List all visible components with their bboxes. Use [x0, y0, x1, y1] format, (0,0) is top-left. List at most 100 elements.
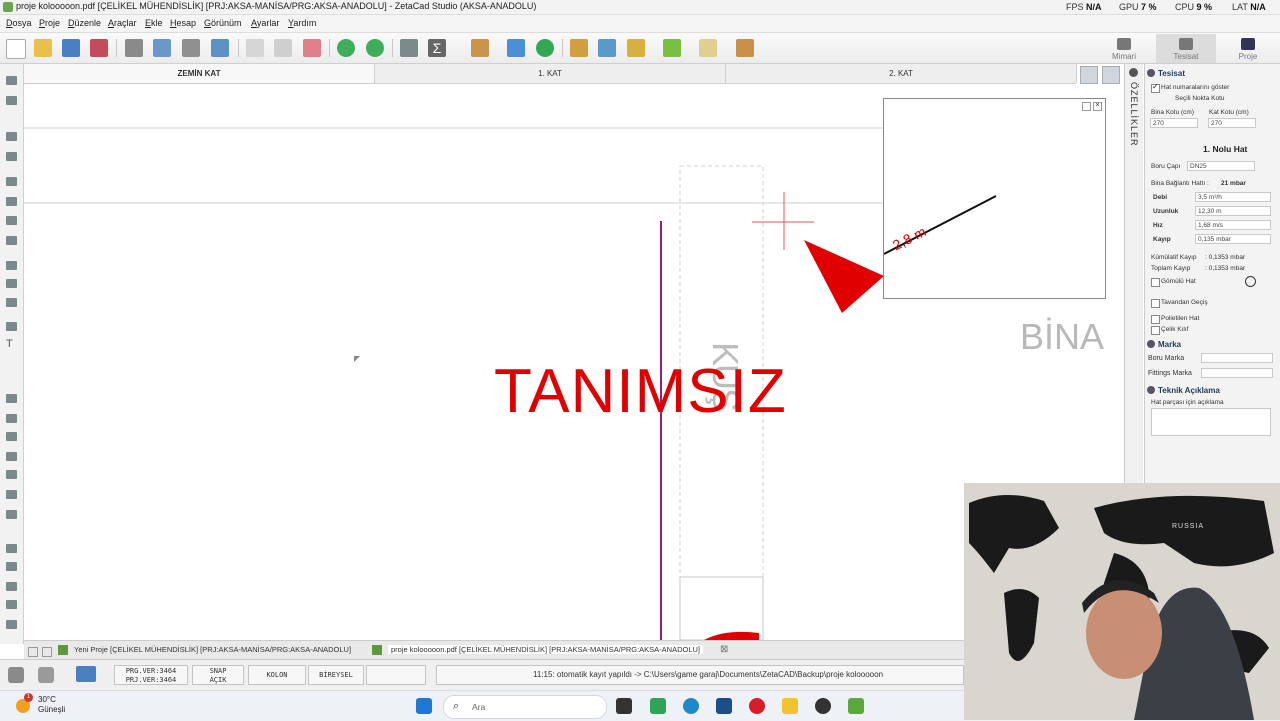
tab-list-icon[interactable] — [42, 647, 52, 657]
zoom-out-icon[interactable] — [6, 600, 17, 609]
box-tool-icon[interactable] — [6, 490, 17, 499]
taskbar-search[interactable]: ⌕ Ara — [443, 695, 607, 719]
layers-tool-icon[interactable] — [627, 39, 645, 57]
side-tab-pin-icon[interactable] — [1129, 68, 1138, 77]
zoom-extents-icon[interactable] — [6, 620, 17, 629]
windows-icon[interactable] — [699, 39, 717, 57]
teknik-section-header[interactable]: Teknik Açıklama — [1147, 386, 1277, 397]
task-view-icon[interactable] — [616, 698, 632, 714]
new-file-icon[interactable] — [6, 39, 26, 59]
bina-kotu-input[interactable]: 270 — [1150, 118, 1198, 128]
connect-tool-icon[interactable] — [6, 261, 17, 270]
file-explorer-icon[interactable] — [782, 698, 798, 714]
teknik-desc-textarea[interactable] — [1151, 408, 1271, 436]
doc-tab-yeni-proje[interactable]: Yeni Proje [ÇELİKEL MÜHENDİSLİK] [PRJ:AK… — [74, 645, 351, 654]
bireysel-toggle[interactable]: BİREYSEL — [308, 665, 364, 685]
show-line-numbers-checkbox[interactable] — [1151, 82, 1160, 93]
save-icon[interactable] — [62, 39, 80, 57]
boru-capi-select[interactable]: DN25 — [1187, 161, 1255, 171]
open-folder-icon[interactable] — [34, 39, 52, 57]
move-tool-icon[interactable] — [6, 298, 17, 307]
print-icon[interactable] — [125, 39, 143, 57]
curve-icon[interactable] — [598, 39, 616, 57]
menu-proje[interactable]: Proje — [39, 18, 60, 28]
kat-kotu-input[interactable]: 270 — [1208, 118, 1256, 128]
tab-1-kat[interactable]: 1. KAT — [375, 64, 726, 83]
fittings-marka-input[interactable] — [1201, 368, 1273, 378]
zoom-icon[interactable] — [6, 562, 17, 571]
zoom-in-icon[interactable] — [6, 582, 17, 591]
play-icon[interactable] — [1245, 276, 1256, 287]
media-app-icon[interactable] — [815, 698, 831, 714]
hatch-tool-icon[interactable] — [6, 470, 17, 479]
text-tool-icon[interactable]: T — [6, 339, 17, 350]
menu-hesap[interactable]: Hesap — [170, 18, 196, 28]
point-tool-icon[interactable] — [6, 216, 17, 225]
save-as-icon[interactable] — [90, 39, 108, 57]
roof-tool-icon[interactable] — [6, 322, 17, 331]
wall-tool-icon[interactable] — [6, 132, 17, 141]
grid-tool-icon[interactable] — [6, 152, 17, 161]
menu-yardim[interactable]: Yardım — [288, 18, 316, 28]
sigma-icon[interactable]: Σ — [428, 39, 446, 57]
layers-alt-icon[interactable] — [1102, 66, 1120, 84]
mode-proje-button[interactable]: Proje — [1218, 34, 1278, 63]
tab-scroll-icon[interactable] — [28, 647, 38, 657]
layers-icon[interactable] — [1080, 66, 1098, 84]
snap-toggle[interactable]: SNAP AÇIK — [192, 665, 244, 685]
line-tool-icon[interactable] — [6, 236, 17, 245]
mode-mimari-button[interactable]: Mimari — [1094, 34, 1154, 63]
copilot-icon[interactable] — [650, 698, 666, 714]
valve-tool-icon[interactable] — [6, 279, 17, 288]
hand-tool-icon[interactable] — [6, 177, 17, 186]
fitting-tool-icon[interactable] — [6, 432, 17, 441]
export-icon[interactable] — [211, 39, 229, 57]
cube-icon[interactable] — [663, 39, 681, 57]
notes-icon[interactable] — [570, 39, 588, 57]
boru-marka-input[interactable] — [1201, 353, 1273, 363]
kolon-toggle[interactable]: KOLON — [248, 665, 306, 685]
mode-tesisat-button[interactable]: Tesisat — [1156, 34, 1216, 63]
menu-dosya[interactable]: Dosya — [6, 18, 32, 28]
eraser-icon[interactable] — [303, 39, 321, 57]
meter-tool-icon[interactable] — [6, 414, 17, 423]
building-icon[interactable] — [471, 39, 489, 57]
pipe-tool-icon[interactable] — [6, 394, 17, 403]
toolbox-icon[interactable] — [736, 39, 754, 57]
ruler-tool-icon[interactable] — [6, 197, 17, 206]
monitor-icon[interactable] — [76, 666, 96, 682]
opera-icon[interactable] — [749, 698, 765, 714]
menu-araclar[interactable]: Araçlar — [108, 18, 137, 28]
marka-section-header[interactable]: Marka — [1147, 340, 1277, 351]
windows-start-icon[interactable] — [416, 698, 432, 714]
tab-zemin-kat[interactable]: ZEMİN KAT — [24, 64, 375, 83]
lock-icon[interactable] — [8, 667, 24, 683]
rectangle-tool-icon[interactable] — [6, 96, 17, 105]
zoom-window-icon[interactable] — [6, 544, 17, 553]
bracket-tool-icon[interactable] — [6, 510, 17, 519]
menu-duzenle[interactable]: Düzenle — [68, 18, 101, 28]
edge-icon[interactable] — [683, 698, 699, 714]
direction-arrow[interactable] — [804, 240, 884, 313]
doc-tab-proje-kolon[interactable]: proje kolooooon.pdf [ÇELİKEL MÜHENDİSLİK… — [388, 645, 704, 654]
shield-icon[interactable] — [38, 667, 54, 683]
menu-ayarlar[interactable]: Ayarlar — [251, 18, 279, 28]
store-icon[interactable] — [716, 698, 732, 714]
copy-icon[interactable] — [246, 39, 264, 57]
polietilen-checkbox[interactable] — [1151, 315, 1160, 324]
layout-icon[interactable] — [153, 39, 171, 57]
menu-gorunum[interactable]: Görünüm — [204, 18, 242, 28]
check-icon[interactable] — [536, 39, 554, 57]
gomulu-checkbox[interactable] — [1151, 278, 1160, 287]
tab-2-kat[interactable]: 2. KAT — [726, 64, 1077, 83]
zetacad-taskbar-icon[interactable] — [848, 698, 864, 714]
corner-tool-icon[interactable] — [6, 452, 17, 461]
tesisat-section-header[interactable]: Tesisat — [1147, 69, 1277, 80]
undo-icon[interactable] — [337, 39, 355, 57]
redo-icon[interactable] — [366, 39, 384, 57]
close-tab-icon[interactable]: ⊠ — [720, 644, 728, 655]
paste-icon[interactable] — [274, 39, 292, 57]
plotter-icon[interactable] — [182, 39, 200, 57]
back-icon[interactable] — [400, 39, 418, 57]
menu-ekle[interactable]: Ekle — [145, 18, 163, 28]
